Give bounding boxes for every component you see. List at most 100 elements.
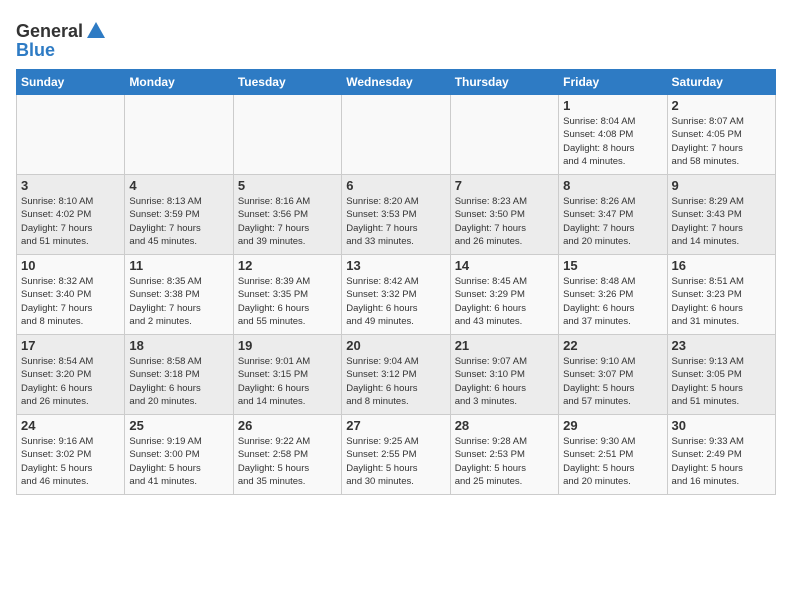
day-number: 3 xyxy=(21,178,120,193)
calendar-cell-w4d2: 26 Sunrise: 9:22 AM Sunset: 2:58 PM Dayli… xyxy=(233,415,341,495)
calendar-cell-w0d2 xyxy=(233,95,341,175)
calendar-cell-w1d4: 7 Sunrise: 8:23 AM Sunset: 3:50 PM Daylig… xyxy=(450,175,558,255)
weekday-header-sunday: Sunday xyxy=(17,70,125,95)
weekday-header-saturday: Saturday xyxy=(667,70,775,95)
day-info: Sunrise: 9:19 AM Sunset: 3:00 PM Dayligh… xyxy=(129,435,228,488)
calendar-cell-w2d6: 16 Sunrise: 8:51 AM Sunset: 3:23 PM Dayli… xyxy=(667,255,775,335)
day-info: Sunrise: 8:13 AM Sunset: 3:59 PM Dayligh… xyxy=(129,195,228,248)
calendar-cell-w0d1 xyxy=(125,95,233,175)
calendar-cell-w3d1: 18 Sunrise: 8:58 AM Sunset: 3:18 PM Dayli… xyxy=(125,335,233,415)
day-info: Sunrise: 9:28 AM Sunset: 2:53 PM Dayligh… xyxy=(455,435,554,488)
calendar-cell-w4d1: 25 Sunrise: 9:19 AM Sunset: 3:00 PM Dayli… xyxy=(125,415,233,495)
page-header: General Blue xyxy=(16,16,776,61)
day-info: Sunrise: 9:16 AM Sunset: 3:02 PM Dayligh… xyxy=(21,435,120,488)
day-number: 25 xyxy=(129,418,228,433)
day-info: Sunrise: 8:48 AM Sunset: 3:26 PM Dayligh… xyxy=(563,275,662,328)
day-info: Sunrise: 8:54 AM Sunset: 3:20 PM Dayligh… xyxy=(21,355,120,408)
logo-blue: Blue xyxy=(16,40,107,61)
calendar-table: SundayMondayTuesdayWednesdayThursdayFrid… xyxy=(16,69,776,495)
day-info: Sunrise: 9:22 AM Sunset: 2:58 PM Dayligh… xyxy=(238,435,337,488)
calendar-cell-w4d3: 27 Sunrise: 9:25 AM Sunset: 2:55 PM Dayli… xyxy=(342,415,450,495)
day-info: Sunrise: 9:13 AM Sunset: 3:05 PM Dayligh… xyxy=(672,355,771,408)
calendar-cell-w2d2: 12 Sunrise: 8:39 AM Sunset: 3:35 PM Dayli… xyxy=(233,255,341,335)
calendar-cell-w2d5: 15Sunrise: 8:48 AM Sunset: 3:26 PM Dayli… xyxy=(559,255,667,335)
day-number: 11 xyxy=(129,258,228,273)
day-info: Sunrise: 8:42 AM Sunset: 3:32 PM Dayligh… xyxy=(346,275,445,328)
day-number: 10 xyxy=(21,258,120,273)
calendar-cell-w3d5: 22 Sunrise: 9:10 AM Sunset: 3:07 PM Dayli… xyxy=(559,335,667,415)
day-info: Sunrise: 8:04 AM Sunset: 4:08 PM Dayligh… xyxy=(563,115,662,168)
calendar-cell-w0d6: 2 Sunrise: 8:07 AM Sunset: 4:05 PM Daylig… xyxy=(667,95,775,175)
day-info: Sunrise: 9:07 AM Sunset: 3:10 PM Dayligh… xyxy=(455,355,554,408)
calendar-cell-w2d1: 11 Sunrise: 8:35 AM Sunset: 3:38 PM Dayli… xyxy=(125,255,233,335)
day-info: Sunrise: 8:23 AM Sunset: 3:50 PM Dayligh… xyxy=(455,195,554,248)
day-info: Sunrise: 8:51 AM Sunset: 3:23 PM Dayligh… xyxy=(672,275,771,328)
calendar-cell-w3d3: 20 Sunrise: 9:04 AM Sunset: 3:12 PM Dayli… xyxy=(342,335,450,415)
calendar-cell-w2d0: 10 Sunrise: 8:32 AM Sunset: 3:40 PM Dayli… xyxy=(17,255,125,335)
day-number: 19 xyxy=(238,338,337,353)
calendar-cell-w1d2: 5 Sunrise: 8:16 AM Sunset: 3:56 PM Daylig… xyxy=(233,175,341,255)
day-info: Sunrise: 8:29 AM Sunset: 3:43 PM Dayligh… xyxy=(672,195,771,248)
calendar-cell-w0d0 xyxy=(17,95,125,175)
calendar-cell-w1d1: 4 Sunrise: 8:13 AM Sunset: 3:59 PM Daylig… xyxy=(125,175,233,255)
day-info: Sunrise: 9:04 AM Sunset: 3:12 PM Dayligh… xyxy=(346,355,445,408)
day-number: 8 xyxy=(563,178,662,193)
day-number: 7 xyxy=(455,178,554,193)
weekday-header-thursday: Thursday xyxy=(450,70,558,95)
day-number: 24 xyxy=(21,418,120,433)
day-number: 17 xyxy=(21,338,120,353)
calendar-cell-w1d6: 9 Sunrise: 8:29 AM Sunset: 3:43 PM Daylig… xyxy=(667,175,775,255)
day-number: 5 xyxy=(238,178,337,193)
day-number: 14 xyxy=(455,258,554,273)
calendar-cell-w3d4: 21Sunrise: 9:07 AM Sunset: 3:10 PM Dayli… xyxy=(450,335,558,415)
calendar-cell-w1d0: 3 Sunrise: 8:10 AM Sunset: 4:02 PM Daylig… xyxy=(17,175,125,255)
calendar-cell-w3d6: 23Sunrise: 9:13 AM Sunset: 3:05 PM Dayli… xyxy=(667,335,775,415)
calendar-cell-w0d3 xyxy=(342,95,450,175)
day-info: Sunrise: 9:33 AM Sunset: 2:49 PM Dayligh… xyxy=(672,435,771,488)
day-info: Sunrise: 8:16 AM Sunset: 3:56 PM Dayligh… xyxy=(238,195,337,248)
logo: General Blue xyxy=(16,20,107,61)
calendar-cell-w4d4: 28Sunrise: 9:28 AM Sunset: 2:53 PM Dayli… xyxy=(450,415,558,495)
calendar-cell-w2d3: 13 Sunrise: 8:42 AM Sunset: 3:32 PM Dayli… xyxy=(342,255,450,335)
weekday-header-tuesday: Tuesday xyxy=(233,70,341,95)
day-number: 12 xyxy=(238,258,337,273)
day-info: Sunrise: 8:10 AM Sunset: 4:02 PM Dayligh… xyxy=(21,195,120,248)
calendar-cell-w4d0: 24 Sunrise: 9:16 AM Sunset: 3:02 PM Dayli… xyxy=(17,415,125,495)
weekday-header-friday: Friday xyxy=(559,70,667,95)
day-info: Sunrise: 8:35 AM Sunset: 3:38 PM Dayligh… xyxy=(129,275,228,328)
calendar-cell-w4d6: 30 Sunrise: 9:33 AM Sunset: 2:49 PM Dayli… xyxy=(667,415,775,495)
logo-general: General xyxy=(16,21,83,42)
day-number: 30 xyxy=(672,418,771,433)
logo-icon xyxy=(85,20,107,42)
day-info: Sunrise: 8:07 AM Sunset: 4:05 PM Dayligh… xyxy=(672,115,771,168)
day-number: 18 xyxy=(129,338,228,353)
day-number: 2 xyxy=(672,98,771,113)
day-info: Sunrise: 8:39 AM Sunset: 3:35 PM Dayligh… xyxy=(238,275,337,328)
calendar-cell-w3d2: 19 Sunrise: 9:01 AM Sunset: 3:15 PM Dayli… xyxy=(233,335,341,415)
day-info: Sunrise: 9:25 AM Sunset: 2:55 PM Dayligh… xyxy=(346,435,445,488)
calendar-cell-w0d5: 1 Sunrise: 8:04 AM Sunset: 4:08 PM Daylig… xyxy=(559,95,667,175)
day-number: 27 xyxy=(346,418,445,433)
calendar-cell-w1d3: 6 Sunrise: 8:20 AM Sunset: 3:53 PM Daylig… xyxy=(342,175,450,255)
day-number: 9 xyxy=(672,178,771,193)
day-info: Sunrise: 8:45 AM Sunset: 3:29 PM Dayligh… xyxy=(455,275,554,328)
day-number: 4 xyxy=(129,178,228,193)
day-number: 26 xyxy=(238,418,337,433)
day-info: Sunrise: 8:20 AM Sunset: 3:53 PM Dayligh… xyxy=(346,195,445,248)
day-info: Sunrise: 8:32 AM Sunset: 3:40 PM Dayligh… xyxy=(21,275,120,328)
day-number: 1 xyxy=(563,98,662,113)
day-number: 16 xyxy=(672,258,771,273)
calendar-cell-w1d5: 8 Sunrise: 8:26 AM Sunset: 3:47 PM Daylig… xyxy=(559,175,667,255)
day-info: Sunrise: 9:01 AM Sunset: 3:15 PM Dayligh… xyxy=(238,355,337,408)
calendar-cell-w0d4 xyxy=(450,95,558,175)
day-info: Sunrise: 9:10 AM Sunset: 3:07 PM Dayligh… xyxy=(563,355,662,408)
day-number: 6 xyxy=(346,178,445,193)
day-number: 13 xyxy=(346,258,445,273)
day-number: 20 xyxy=(346,338,445,353)
day-number: 22 xyxy=(563,338,662,353)
weekday-header-monday: Monday xyxy=(125,70,233,95)
calendar-cell-w3d0: 17 Sunrise: 8:54 AM Sunset: 3:20 PM Dayli… xyxy=(17,335,125,415)
calendar-cell-w4d5: 29Sunrise: 9:30 AM Sunset: 2:51 PM Dayli… xyxy=(559,415,667,495)
day-info: Sunrise: 8:26 AM Sunset: 3:47 PM Dayligh… xyxy=(563,195,662,248)
day-info: Sunrise: 8:58 AM Sunset: 3:18 PM Dayligh… xyxy=(129,355,228,408)
